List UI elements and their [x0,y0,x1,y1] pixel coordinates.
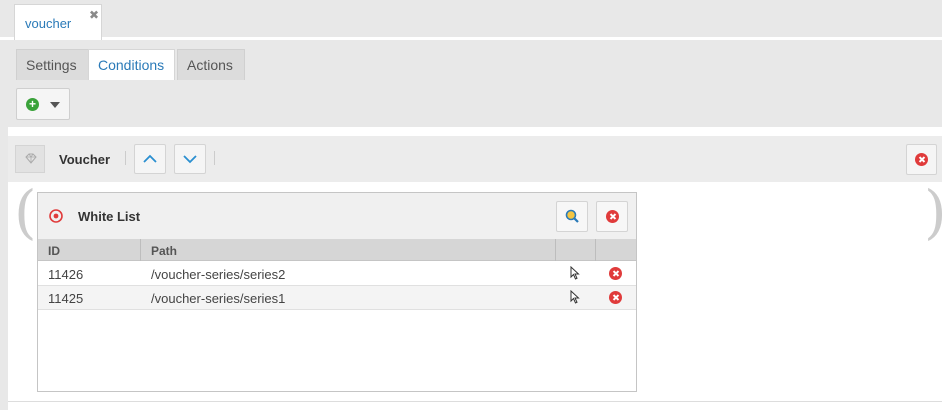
search-icon [565,209,579,223]
divider [125,151,126,165]
grid-header: ID Path [38,239,636,261]
add-condition-button[interactable]: + [16,88,70,120]
remove-row-button[interactable] [609,291,622,304]
table-row[interactable]: 11426 /voucher-series/series2 [38,262,636,286]
open-parenthesis: ( [14,178,37,246]
column-header-id[interactable]: ID [38,239,141,261]
tab-conditions[interactable]: Conditions [88,49,175,80]
open-item-button[interactable] [570,289,581,307]
remove-whitelist-button[interactable] [596,201,628,232]
target-icon [49,209,63,223]
document-tab-bar: voucher ✖ [0,0,942,40]
row-path: /voucher-series/series2 [151,267,286,282]
column-header-remove [596,239,636,261]
plus-circle-icon: + [26,98,39,111]
divider [214,151,215,165]
document-tab-voucher[interactable]: voucher ✖ [14,4,102,40]
remove-row-button[interactable] [609,267,622,280]
column-header-path[interactable]: Path [141,239,556,261]
condition-header: Voucher [8,136,942,182]
row-path: /voucher-series/series1 [151,291,286,306]
remove-circle-icon [609,291,622,304]
chevron-up-icon [143,154,157,163]
remove-circle-icon [609,267,622,280]
remove-circle-icon [915,153,928,166]
condition-type-button[interactable] [15,145,45,173]
chevron-down-icon [183,155,197,164]
row-id: 11426 [48,267,84,282]
tab-settings[interactable]: Settings [16,49,90,80]
move-down-button[interactable] [174,144,206,174]
table-row[interactable]: 11425 /voucher-series/series1 [38,286,636,310]
cursor-icon [570,289,580,304]
cursor-icon [570,265,580,280]
row-id: 11425 [48,291,84,306]
close-icon[interactable]: ✖ [89,9,99,21]
condition-title: Voucher [59,152,111,167]
open-item-button[interactable] [570,265,581,283]
remove-condition-button[interactable] [906,144,937,175]
remove-circle-icon [606,210,619,223]
main-content: Settings Conditions Actions + Voucher (… [8,43,942,410]
column-header-open [556,239,596,261]
panel-header: White List [38,193,636,239]
conditions-toolbar: + [8,80,942,127]
move-up-button[interactable] [134,144,166,174]
caret-down-icon [50,102,60,108]
white-list-panel: White List ID Path 11426 /voucher-series… [37,192,637,392]
divider [8,401,942,402]
tab-actions[interactable]: Actions [177,49,245,80]
document-tab-label[interactable]: voucher [25,16,71,31]
diamond-icon [25,153,37,164]
search-button[interactable] [556,201,588,232]
close-parenthesis: ) [924,183,942,241]
panel-title: White List [78,209,141,224]
subtab-bar: Settings Conditions Actions [8,43,942,80]
